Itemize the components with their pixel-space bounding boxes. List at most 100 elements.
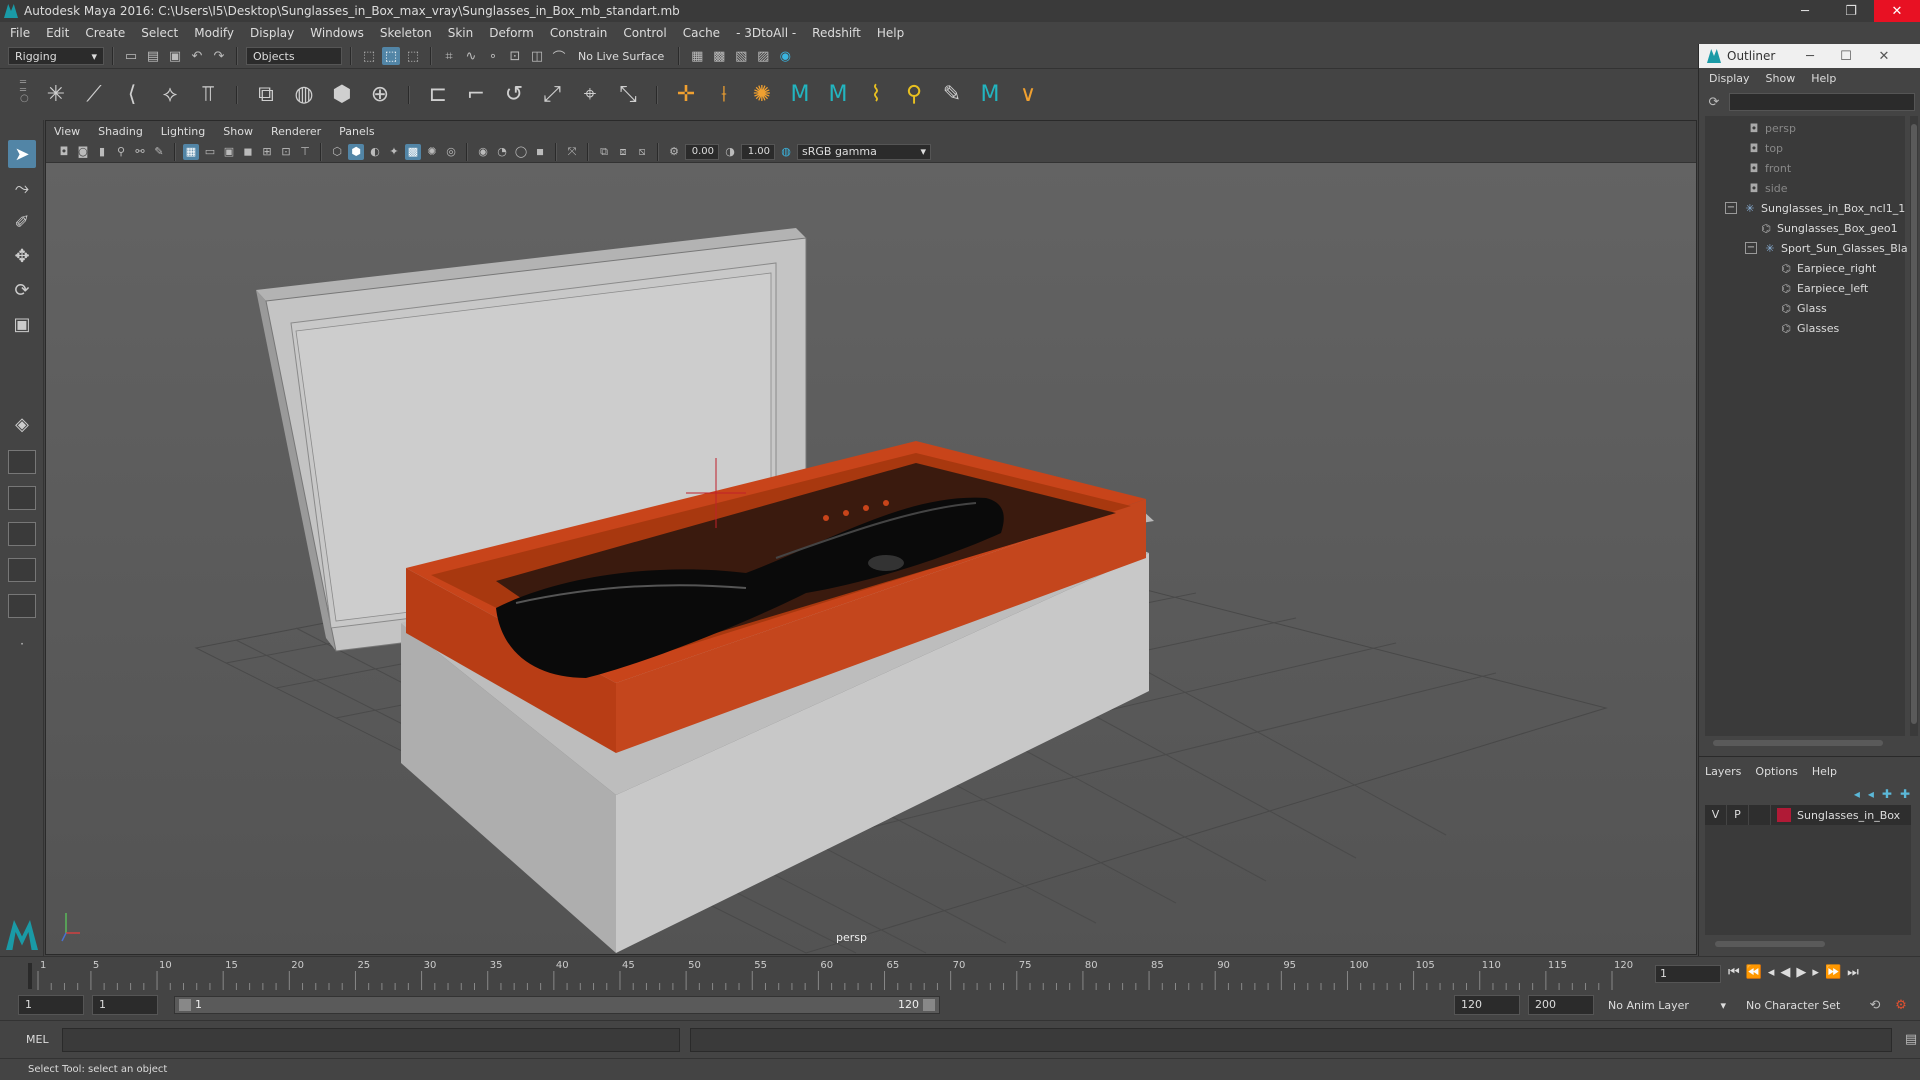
vp-menu-shading[interactable]: Shading bbox=[98, 125, 143, 138]
play-forward-icon[interactable]: ▶ bbox=[1796, 965, 1806, 980]
gamma-icon[interactable]: ◑ bbox=[722, 144, 738, 160]
redo-icon[interactable]: ↷ bbox=[210, 47, 228, 65]
render-view-icon[interactable]: ▦ bbox=[688, 47, 706, 65]
dof-icon[interactable]: ◾ bbox=[532, 144, 548, 160]
backface-icon[interactable]: ⧅ bbox=[634, 144, 650, 160]
isolate-select-icon[interactable]: ⤧ bbox=[564, 144, 580, 160]
gamma-field[interactable]: 1.00 bbox=[741, 143, 775, 160]
outliner-search-input[interactable] bbox=[1729, 93, 1915, 111]
outliner-minimize-button[interactable]: ─ bbox=[1795, 44, 1825, 68]
vp-menu-lighting[interactable]: Lighting bbox=[161, 125, 205, 138]
menu-file[interactable]: File bbox=[10, 26, 30, 40]
color-management-icon[interactable]: ◍ bbox=[778, 144, 794, 160]
close-button[interactable]: ✕ bbox=[1874, 0, 1920, 22]
hypershade-icon[interactable]: ◉ bbox=[776, 47, 794, 65]
bind-skin-icon[interactable]: ⧉ bbox=[252, 81, 280, 109]
current-frame-field[interactable]: 1 bbox=[1655, 965, 1721, 983]
playback-start-field[interactable]: 1 bbox=[92, 995, 158, 1015]
outliner-item-glass[interactable]: ⌬ Glass bbox=[1779, 298, 1827, 318]
ambient-occlusion-icon[interactable]: ◉ bbox=[475, 144, 491, 160]
menu-windows[interactable]: Windows bbox=[310, 26, 364, 40]
current-time-marker[interactable] bbox=[28, 963, 32, 989]
toolbox-more-icon[interactable]: · bbox=[8, 630, 36, 658]
menu-modify[interactable]: Modify bbox=[194, 26, 234, 40]
paint-blend-icon[interactable]: ⚲ bbox=[900, 81, 928, 109]
joint-tool-icon[interactable]: ✳ bbox=[42, 81, 70, 109]
collapse-icon[interactable]: − bbox=[1745, 242, 1757, 254]
insert-joint-icon[interactable]: ⟡ bbox=[156, 81, 184, 109]
step-back-key-icon[interactable]: ⏪ bbox=[1746, 965, 1762, 980]
collapse-icon[interactable]: − bbox=[1725, 202, 1737, 214]
outliner-horizontal-scrollbar[interactable] bbox=[1705, 738, 1905, 748]
time-slider[interactable]: 1 5 10 15 20 25 30 35 40 45 50 55 60 65 70 75 80 85 90 95 10… bbox=[0, 956, 1920, 991]
menu-control[interactable]: Control bbox=[623, 26, 666, 40]
select-hierarchy-icon[interactable]: ⬚ bbox=[360, 47, 378, 65]
field-chart-icon[interactable]: ⊞ bbox=[259, 144, 275, 160]
layer-color-swatch[interactable] bbox=[1777, 808, 1791, 822]
select-component-icon[interactable]: ⬚ bbox=[404, 47, 422, 65]
paint-weights-icon[interactable]: ⌇ bbox=[862, 81, 890, 109]
shadows-icon[interactable]: ✺ bbox=[424, 144, 440, 160]
layer-menu-options[interactable]: Options bbox=[1755, 765, 1797, 778]
menu-cache[interactable]: Cache bbox=[683, 26, 720, 40]
graph-layout[interactable] bbox=[8, 558, 36, 582]
preferences-icon[interactable]: ⚙ bbox=[1892, 996, 1910, 1014]
layer-playback-toggle[interactable]: P bbox=[1727, 805, 1749, 825]
outliner-item-box-geo[interactable]: ⌬ Sunglasses_Box_geo1 bbox=[1759, 218, 1897, 238]
playback-end-field[interactable]: 120 bbox=[1454, 995, 1520, 1015]
scene-view[interactable]: persp bbox=[46, 163, 1697, 955]
select-object-icon[interactable]: ⬚ bbox=[382, 47, 400, 65]
vp-menu-view[interactable]: View bbox=[54, 125, 80, 138]
resolution-gate-icon[interactable]: ▣ bbox=[221, 144, 237, 160]
selection-mode-dropdown[interactable]: Objects bbox=[246, 47, 342, 65]
outliner-item-front[interactable]: ◘ front bbox=[1747, 158, 1792, 178]
exposure-field[interactable]: 0.00 bbox=[685, 143, 719, 160]
go-to-end-icon[interactable]: ⏭ bbox=[1847, 965, 1859, 980]
scrollbar-thumb[interactable] bbox=[1715, 941, 1825, 947]
menu-skeleton[interactable]: Skeleton bbox=[380, 26, 432, 40]
vp-menu-renderer[interactable]: Renderer bbox=[271, 125, 321, 138]
maya-shelf-a-icon[interactable]: M bbox=[786, 81, 814, 109]
gate-mask-icon[interactable]: ◼ bbox=[240, 144, 256, 160]
safe-action-icon[interactable]: ⊡ bbox=[278, 144, 294, 160]
set-key-icon[interactable]: ⟊ bbox=[710, 81, 738, 109]
anim-layer-dropdown[interactable]: No Anim Layer ▾ bbox=[1602, 996, 1732, 1014]
make-live-icon[interactable]: ⌒ bbox=[550, 47, 568, 66]
wireframe-icon[interactable]: ⬡ bbox=[329, 144, 345, 160]
menu-redshift[interactable]: Redshift bbox=[812, 26, 861, 40]
snap-point-icon[interactable]: ∘ bbox=[484, 47, 502, 65]
outliner-item-earpiece-left[interactable]: ⌬ Earpiece_left bbox=[1779, 278, 1868, 298]
new-layer-selected-icon[interactable]: ✚ bbox=[1900, 787, 1910, 801]
outliner-item-side[interactable]: ◘ side bbox=[1747, 178, 1788, 198]
outliner-item-glasses-group[interactable]: − ✳ Sport_Sun_Glasses_Bla bbox=[1745, 238, 1908, 258]
paint-select-icon[interactable]: ✐ bbox=[8, 208, 36, 236]
step-forward-key-icon[interactable]: ⏩ bbox=[1825, 965, 1841, 980]
snap-view-icon[interactable]: ⊡ bbox=[506, 47, 524, 65]
default-lighting-icon[interactable]: ◐ bbox=[367, 144, 383, 160]
lasso-tool-icon[interactable]: ⤳ bbox=[8, 174, 36, 202]
camera-attr-icon[interactable]: ◙ bbox=[75, 144, 91, 160]
open-scene-icon[interactable]: ▤ bbox=[144, 47, 162, 65]
outliner-close-button[interactable]: ✕ bbox=[1869, 44, 1899, 68]
auto-key-icon[interactable]: ⟲ bbox=[1866, 996, 1884, 1014]
layer-row[interactable]: V P Sunglasses_in_Box bbox=[1705, 805, 1911, 825]
menu-select[interactable]: Select bbox=[141, 26, 178, 40]
minimize-button[interactable]: ─ bbox=[1782, 0, 1828, 22]
outliner-item-persp[interactable]: ◘ persp bbox=[1747, 118, 1796, 138]
new-scene-icon[interactable]: ▭ bbox=[122, 47, 140, 65]
vp-menu-panels[interactable]: Panels bbox=[339, 125, 374, 138]
xray-active-icon[interactable]: ⧈ bbox=[615, 144, 631, 160]
outliner-maximize-button[interactable]: ☐ bbox=[1831, 44, 1861, 68]
locator-icon[interactable]: ✛ bbox=[672, 81, 700, 109]
scale-tool-icon[interactable]: ▣ bbox=[8, 310, 36, 338]
mirror-joint-icon[interactable]: ⫪ bbox=[194, 81, 222, 109]
outliner-menu-help[interactable]: Help bbox=[1811, 72, 1836, 85]
refresh-icon[interactable]: ⟳ bbox=[1705, 93, 1723, 111]
script-editor-icon[interactable]: ▤ bbox=[1902, 1031, 1920, 1049]
single-view-icon[interactable]: ◈ bbox=[8, 410, 36, 438]
time-ruler[interactable]: 1 5 10 15 20 25 30 35 40 45 50 55 60 65 70 75 80 85 90 95 10… bbox=[30, 957, 1644, 991]
bookmark-icon[interactable]: ▮ bbox=[94, 144, 110, 160]
pole-vector-icon[interactable]: ⤡ bbox=[614, 81, 642, 109]
move-tool-icon[interactable]: ✥ bbox=[8, 242, 36, 270]
grid-toggle-icon[interactable]: ▦ bbox=[183, 143, 199, 160]
